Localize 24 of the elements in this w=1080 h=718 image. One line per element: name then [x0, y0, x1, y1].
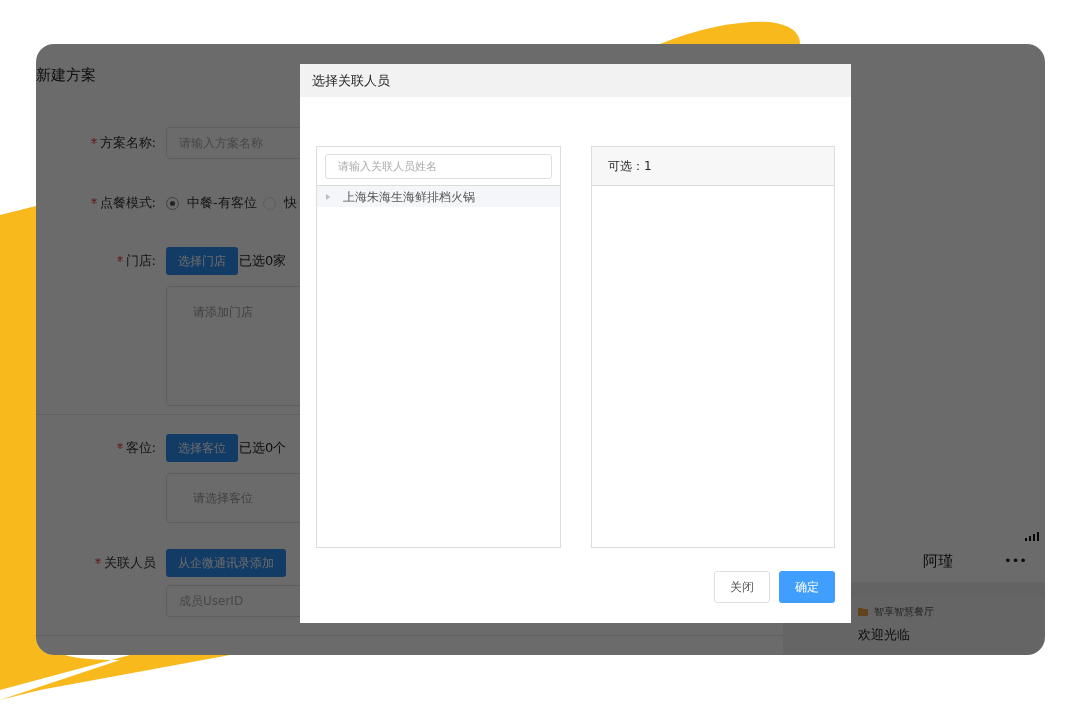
selected-count: 已选0个 [239, 439, 287, 458]
close-button[interactable]: 关闭 [714, 571, 770, 603]
field-label: 门店: [125, 252, 156, 271]
tree-item[interactable]: 上海朱海生海鲜排档火锅 [317, 186, 560, 207]
field-label: 客位: [125, 439, 156, 458]
contact-name: 阿瑾 [923, 550, 953, 572]
select-button[interactable]: 选择客位 [166, 434, 238, 462]
radio-label: 中餐-有客位 [187, 194, 257, 213]
radio-label: 快 [283, 194, 297, 213]
confirm-button[interactable]: 确定 [779, 571, 835, 603]
field-label: 方案名称: [99, 134, 156, 153]
field-label: 关联人员 [104, 554, 156, 573]
selected-count: 已选0家 [239, 252, 287, 271]
available-count: 可选：1 [608, 158, 652, 175]
select-button[interactable]: 从企微通讯录添加 [166, 549, 286, 577]
dialog-title: 选择关联人员 [312, 71, 390, 90]
welcome-message: 欢迎光临 [858, 626, 911, 644]
page-title: 新建方案 [36, 65, 96, 86]
shop-icon [858, 607, 868, 616]
select-button[interactable]: 选择门店 [166, 247, 238, 275]
search-field[interactable]: 请输入关联人员姓名 [325, 153, 552, 179]
field-label: 点餐模式: [99, 194, 156, 213]
more-menu[interactable]: ••• [1004, 551, 1027, 571]
signal-icon [1025, 532, 1039, 541]
